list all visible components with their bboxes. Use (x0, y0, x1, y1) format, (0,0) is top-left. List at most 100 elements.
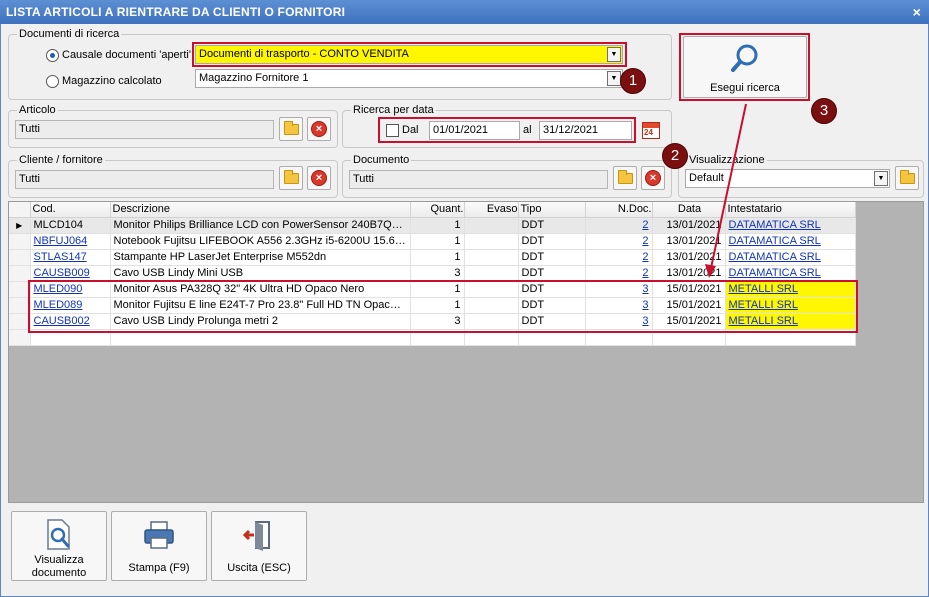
cell-ndoc[interactable]: 3 (585, 313, 653, 330)
cell-tipo: DDT (518, 249, 586, 266)
display-browse-button[interactable] (895, 166, 919, 190)
cell-tipo: DDT (518, 233, 586, 250)
results-grid: Cod. Descrizione Quant. Evaso Tipo N.Doc… (8, 201, 924, 503)
row-indicator: ▶ (9, 217, 31, 234)
article-field[interactable]: Tutti (15, 120, 274, 139)
calendar-button[interactable]: 24 (639, 118, 663, 142)
article-browse-button[interactable] (279, 117, 303, 141)
cell-intest[interactable]: DATAMATICA SRL (725, 233, 856, 250)
header-qty[interactable]: Quant. (410, 202, 465, 218)
search-docs-legend: Documenti di ricerca (17, 27, 122, 41)
warehouse-select[interactable]: Magazzino Fornitore 1 ▼ (195, 69, 623, 88)
customer-clear-button[interactable]: × (307, 166, 331, 190)
table-row[interactable]: NBFUJ064 Notebook Fujitsu LIFEBOOK A556 … (9, 233, 856, 250)
search-button[interactable]: Esegui ricerca (683, 36, 807, 98)
document-browse-button[interactable] (613, 166, 637, 190)
document-field[interactable]: Tutti (349, 170, 608, 189)
close-icon[interactable]: × (913, 0, 921, 24)
date-to-field[interactable]: 31/12/2021 (539, 121, 632, 140)
cell-tipo: DDT (518, 297, 586, 314)
cell-data: 13/01/2021 (652, 249, 726, 266)
cell-cod[interactable]: NBFUJ064 (30, 233, 111, 250)
cell-cod[interactable]: MLED090 (30, 281, 111, 298)
table-row[interactable]: CAUSB009 Cavo USB Lindy Mini USB 3 DDT 2… (9, 265, 856, 282)
row-indicator (9, 233, 31, 250)
view-document-label: Visualizza documento (31, 554, 87, 579)
exit-button[interactable]: Uscita (ESC) (211, 511, 307, 581)
search-button-label: Esegui ricerca (710, 82, 780, 94)
cell-data: 13/01/2021 (652, 265, 726, 282)
print-button[interactable]: Stampa (F9) (111, 511, 207, 581)
cell-cod[interactable]: MLED089 (30, 297, 111, 314)
exit-icon (242, 521, 270, 551)
row-indicator (9, 313, 31, 330)
cell-cod[interactable]: MLCD104 (30, 217, 111, 234)
cell-ndoc[interactable]: 2 (585, 265, 653, 282)
chevron-down-icon[interactable]: ▼ (874, 171, 888, 186)
cell-data: 15/01/2021 (652, 281, 726, 298)
cell-qty: 1 (410, 249, 465, 266)
radio-warehouse-label: Magazzino calcolato (62, 75, 162, 87)
table-row[interactable]: ▶ MLCD104 Monitor Philips Brilliance LCD… (9, 217, 856, 234)
header-intest[interactable]: Intestatario (725, 202, 856, 218)
header-ndoc[interactable]: N.Doc. (585, 202, 653, 218)
table-row[interactable]: MLED089 Monitor Fujitsu E line E24T-7 Pr… (9, 297, 856, 314)
cell-evaso (464, 265, 519, 282)
row-indicator (9, 329, 31, 346)
print-label: Stampa (F9) (128, 562, 190, 574)
causal-select[interactable]: Documenti di trasporto - CONTO VENDITA ▼ (195, 45, 623, 64)
header-data[interactable]: Data (652, 202, 726, 218)
document-clear-button[interactable]: × (641, 166, 665, 190)
cell-qty: 1 (410, 233, 465, 250)
radio-open-causal[interactable] (46, 49, 59, 62)
cell-intest-link[interactable]: METALLI SRL (729, 299, 799, 311)
cell-ndoc[interactable]: 2 (585, 233, 653, 250)
window-title: LISTA ARTICOLI A RIENTRARE DA CLIENTI O … (6, 5, 346, 19)
header-evaso[interactable]: Evaso (464, 202, 519, 218)
view-document-button[interactable]: Visualizza documento (11, 511, 107, 581)
cell-empty (110, 329, 411, 346)
cell-intest-link[interactable]: METALLI SRL (729, 283, 799, 295)
cell-intest[interactable]: DATAMATICA SRL (725, 249, 856, 266)
cell-intest[interactable]: METALLI SRL (725, 297, 856, 314)
cell-cod[interactable]: CAUSB002 (30, 313, 111, 330)
cell-intest-link[interactable]: METALLI SRL (729, 315, 799, 327)
cell-intest[interactable]: DATAMATICA SRL (725, 265, 856, 282)
calendar-icon: 24 (642, 121, 660, 139)
date-from-checkbox[interactable] (386, 124, 399, 137)
table-row[interactable]: CAUSB002 Cavo USB Lindy Prolunga metri 2… (9, 313, 856, 330)
window-title-bar: LISTA ARTICOLI A RIENTRARE DA CLIENTI O … (0, 0, 929, 24)
header-cod[interactable]: Cod. (30, 202, 111, 218)
customer-browse-button[interactable] (279, 166, 303, 190)
row-indicator (9, 249, 31, 266)
cell-tipo: DDT (518, 265, 586, 282)
header-tipo[interactable]: Tipo (518, 202, 586, 218)
radio-warehouse[interactable] (46, 75, 59, 88)
cell-evaso (464, 233, 519, 250)
cell-ndoc[interactable]: 2 (585, 217, 653, 234)
cell-ndoc[interactable]: 2 (585, 249, 653, 266)
cell-intest[interactable]: DATAMATICA SRL (725, 217, 856, 234)
article-legend: Articolo (17, 103, 58, 117)
table-row-new[interactable] (9, 329, 856, 346)
cell-evaso (464, 297, 519, 314)
cell-empty (725, 329, 856, 346)
customer-field[interactable]: Tutti (15, 170, 274, 189)
table-row[interactable]: STLAS147 Stampante HP LaserJet Enterpris… (9, 249, 856, 266)
article-clear-button[interactable]: × (307, 117, 331, 141)
cell-ndoc[interactable]: 3 (585, 281, 653, 298)
header-desc[interactable]: Descrizione (110, 202, 411, 218)
cell-intest[interactable]: METALLI SRL (725, 313, 856, 330)
table-row[interactable]: MLED090 Monitor Asus PA328Q 32" 4K Ultra… (9, 281, 856, 298)
cell-ndoc[interactable]: 3 (585, 297, 653, 314)
cell-empty (30, 329, 111, 346)
display-select[interactable]: Default ▼ (685, 169, 890, 188)
chevron-down-icon[interactable]: ▼ (607, 71, 621, 86)
date-from-field[interactable]: 01/01/2021 (429, 121, 520, 140)
chevron-down-icon[interactable]: ▼ (607, 47, 621, 62)
cell-cod[interactable]: CAUSB009 (30, 265, 111, 282)
cell-cod[interactable]: STLAS147 (30, 249, 111, 266)
date-search-legend: Ricerca per data (351, 103, 436, 117)
cell-intest[interactable]: METALLI SRL (725, 281, 856, 298)
date-to-label: al (523, 124, 532, 136)
